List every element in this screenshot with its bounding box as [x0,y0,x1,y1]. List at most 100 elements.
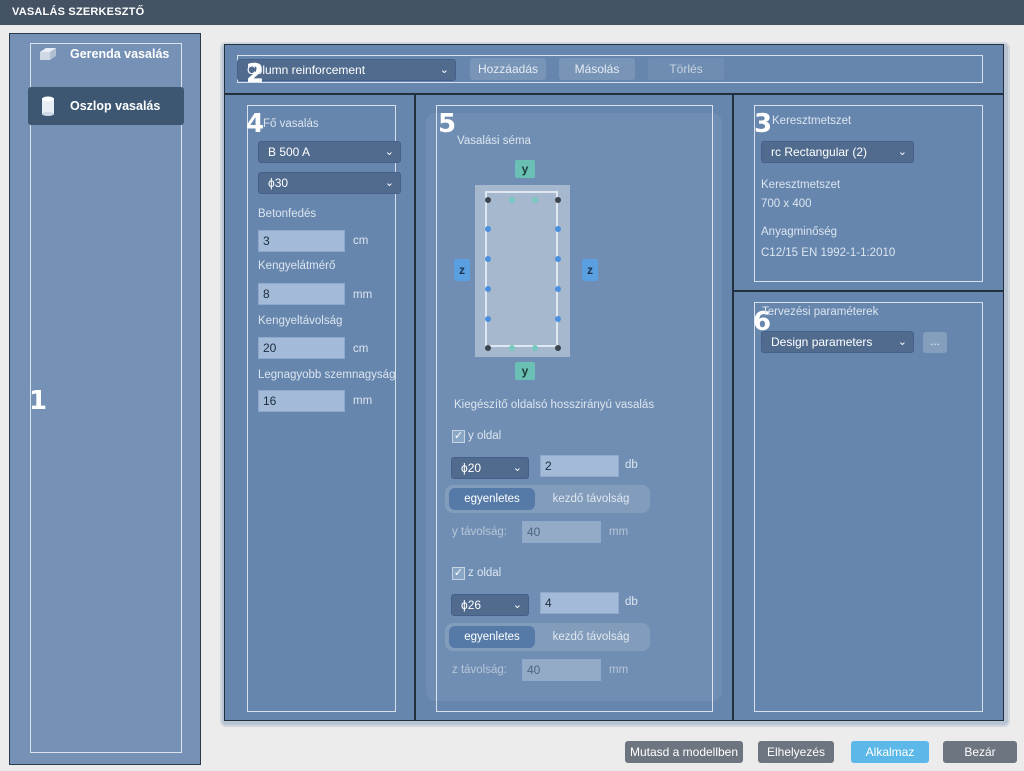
rebar-corner [555,345,561,351]
sidebar-outline [30,43,182,753]
region-number-5: 5 [438,109,457,139]
z-distance-input[interactable]: 40 [522,659,601,681]
cross-section-dim-label: Keresztmetszet [761,179,841,191]
rebar-z-side [555,256,561,262]
chevron-down-icon: ⌄ [384,146,394,158]
sidebar-item-label: Oszlop vasalás [70,99,161,113]
material-grade-label: Anyagminőség [761,226,838,238]
stirrup-diameter-input[interactable]: 8 [258,283,345,305]
cover-unit: cm [353,235,369,247]
scheme-title: Vasalási séma [457,135,531,147]
z-side-diameter-value: ϕ26 [461,598,482,612]
reinforcement-select-value: Column reinforcement [247,63,366,77]
extra-rebar-title: Kiegészítő oldalsó hosszirányú vasalás [454,399,655,411]
section-concrete [475,185,570,357]
y-distance-input[interactable]: 40 [522,521,601,543]
cross-section-select-value: rc Rectangular (2) [771,145,868,159]
sidebar-item-column[interactable]: Oszlop vasalás [28,87,184,125]
y-side-diameter-value: ϕ20 [461,461,482,475]
design-parameters-more-button[interactable]: ... [923,332,947,353]
max-aggregate-unit: mm [353,395,373,407]
region-number-1: 1 [29,386,48,416]
y-side-checkbox[interactable]: ✓ [452,430,465,443]
cross-section-title: Keresztmetszet [772,115,852,127]
copy-button[interactable]: Másolás [559,58,635,80]
z-side-count-unit: db [625,596,638,608]
z-axis-tag-right: z [582,259,598,281]
cover-label: Betonfedés [258,208,317,220]
reinforcement-select[interactable]: Column reinforcement ⌄ [237,59,456,81]
max-aggregate-input[interactable]: 16 [258,390,345,412]
window-title: VASALÁS SZERKESZTŐ [0,0,1024,25]
rebar-z-side [485,226,491,232]
max-aggregate-label: Legnagyobb szemnagyság [258,369,396,381]
rebar-corner [485,345,491,351]
z-side-even-option[interactable]: egyenletes [449,626,535,648]
rebar-y-side [509,197,515,203]
material-select-value: B 500 A [268,145,311,159]
design-parameters-select[interactable]: Design parameters ⌄ [761,331,914,353]
stirrup-spacing-input[interactable]: 20 [258,337,345,359]
toolbar-region: Column reinforcement ⌄ 2 Hozzáadás Másol… [224,44,1004,94]
z-side-checkbox[interactable]: ✓ [452,567,465,580]
rebar-z-side [485,256,491,262]
main-rebar-title: Fő vasalás [263,118,319,130]
close-button[interactable]: Bezár [943,741,1017,763]
material-select[interactable]: B 500 A ⌄ [258,141,401,163]
y-side-label: y oldal [468,430,502,442]
stirrup-outline [485,191,558,347]
rebar-corner [485,197,491,203]
scheme-region: 5 Vasalási séma y z z y Kiegészítő oldal… [415,94,733,721]
sidebar-item-beam[interactable]: Gerenda vasalás [28,35,184,73]
y-side-mode-toggle: egyenletes kezdő távolság [445,485,650,513]
z-side-count-input[interactable]: 4 [540,592,619,614]
region-number-2: 2 [246,59,265,89]
main-rebar-region: 4 Fő vasalás B 500 A ⌄ ϕ30 ⌄ Betonfedés … [224,94,415,721]
chevron-down-icon: ⌄ [384,177,394,189]
rebar-z-side [555,226,561,232]
rebar-z-side [485,286,491,292]
chevron-down-icon: ⌄ [439,64,449,76]
cover-input[interactable]: 3 [258,230,345,252]
y-side-start-distance-option[interactable]: kezdő távolság [541,488,641,510]
rebar-z-side [555,316,561,322]
rebar-y-side [532,197,538,203]
sidebar-item-label: Gerenda vasalás [70,47,170,61]
y-side-count-input[interactable]: 2 [540,455,619,477]
stirrup-spacing-label: Kengyeltávolság [258,315,343,327]
diameter-select[interactable]: ϕ30 ⌄ [258,172,401,194]
stirrup-diameter-unit: mm [353,289,373,301]
beam-icon [38,44,58,64]
y-axis-tag-top: y [515,160,535,178]
stirrup-spacing-unit: cm [353,343,369,355]
y-axis-tag-bottom: y [515,362,535,380]
z-distance-unit: mm [609,664,629,676]
region-number-4: 4 [246,109,265,139]
diameter-select-value: ϕ30 [268,176,289,190]
rebar-y-side [532,345,538,351]
rebar-corner [555,197,561,203]
cross-section-select[interactable]: rc Rectangular (2) ⌄ [761,141,914,163]
rebar-z-side [555,286,561,292]
y-distance-label: y távolság: [452,526,507,538]
placement-button[interactable]: Elhelyezés [758,741,834,763]
rebar-z-side [485,316,491,322]
y-side-count-unit: db [625,459,638,471]
material-grade-value: C12/15 EN 1992-1-1:2010 [761,247,896,259]
y-side-even-option[interactable]: egyenletes [449,488,535,510]
z-side-diameter-select[interactable]: ϕ26 ⌄ [451,594,529,616]
y-side-diameter-select[interactable]: ϕ20 ⌄ [451,457,529,479]
z-side-mode-toggle: egyenletes kezdő távolság [445,623,650,651]
chevron-down-icon: ⌄ [512,462,522,474]
stirrup-diameter-label: Kengyelátmérő [258,260,336,272]
apply-button[interactable]: Alkalmaz [851,741,929,763]
z-side-start-distance-option[interactable]: kezdő távolság [541,626,641,648]
rebar-y-side [509,345,515,351]
region-number-3: 3 [754,109,773,139]
z-axis-tag-left: z [454,259,470,281]
delete-button[interactable]: Törlés [648,58,724,80]
show-in-model-button[interactable]: Mutasd a modellben [625,741,743,763]
y-distance-unit: mm [609,526,629,538]
add-button[interactable]: Hozzáadás [470,58,546,80]
design-parameters-select-value: Design parameters [771,335,873,349]
